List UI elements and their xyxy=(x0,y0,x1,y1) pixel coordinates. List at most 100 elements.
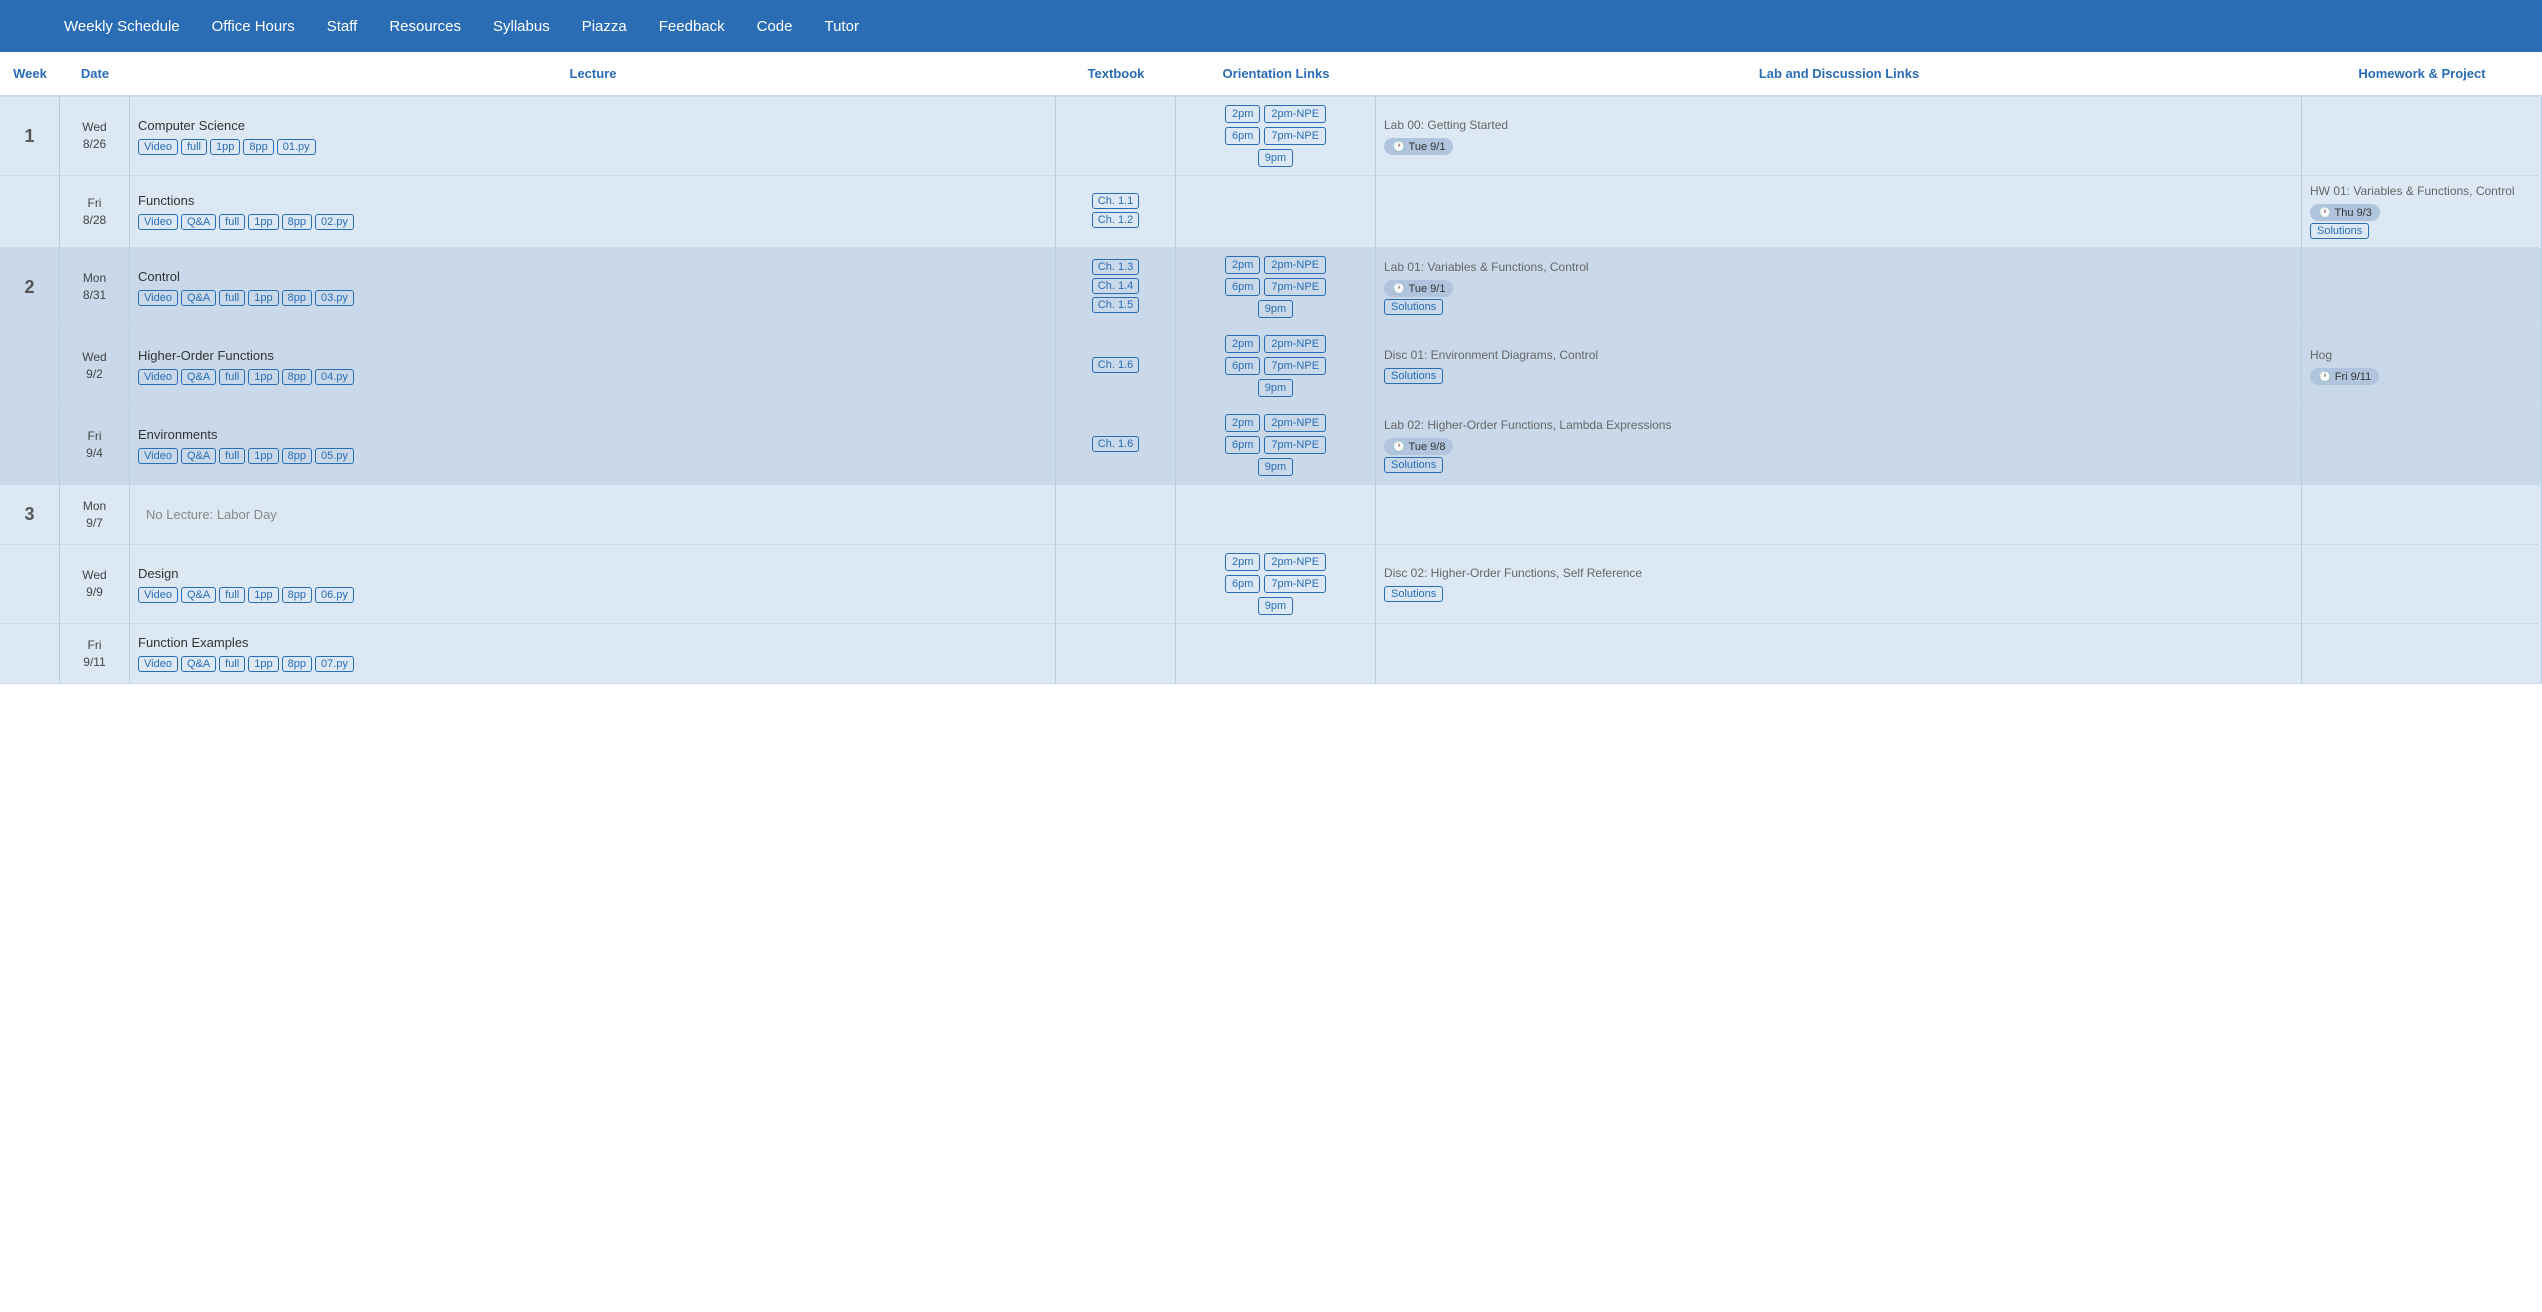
schedule-body: 1Wed 8/26Computer ScienceVideofull1pp8pp… xyxy=(0,97,2542,684)
hw-solutions-tag[interactable]: Solutions xyxy=(2310,223,2369,239)
lecture-tag[interactable]: 8pp xyxy=(282,587,312,603)
time-tag[interactable]: 2pm xyxy=(1225,335,1260,353)
lecture-tag[interactable]: Q&A xyxy=(181,587,216,603)
lecture-tag[interactable]: 1pp xyxy=(248,587,278,603)
textbook-tag[interactable]: Ch. 1.6 xyxy=(1092,436,1139,452)
time-tag[interactable]: 9pm xyxy=(1258,300,1293,318)
lecture-tag[interactable]: 8pp xyxy=(282,448,312,464)
lecture-tag[interactable]: full xyxy=(219,214,245,230)
cell-week xyxy=(0,176,60,247)
lecture-tag[interactable]: 06.py xyxy=(315,587,354,603)
textbook-tag[interactable]: Ch. 1.2 xyxy=(1092,212,1139,228)
nav-link-piazza[interactable]: Piazza xyxy=(582,18,627,35)
lecture-tag[interactable]: Q&A xyxy=(181,369,216,385)
due-badge: 🕐 Tue 9/1 xyxy=(1384,280,1453,297)
lecture-tag[interactable]: 07.py xyxy=(315,656,354,672)
time-tag[interactable]: 7pm-NPE xyxy=(1264,357,1326,375)
time-tag[interactable]: 2pm-NPE xyxy=(1264,335,1326,353)
time-tag[interactable]: 6pm xyxy=(1225,278,1260,296)
lecture-tag[interactable]: full xyxy=(219,587,245,603)
time-tag[interactable]: 2pm xyxy=(1225,105,1260,123)
textbook-tag[interactable]: Ch. 1.1 xyxy=(1092,193,1139,209)
time-tag[interactable]: 6pm xyxy=(1225,575,1260,593)
lecture-tag[interactable]: 8pp xyxy=(282,290,312,306)
lecture-tag[interactable]: 1pp xyxy=(248,214,278,230)
lecture-tag[interactable]: Q&A xyxy=(181,656,216,672)
header-col-textbook: Textbook xyxy=(1056,62,1176,85)
lecture-tag[interactable]: 8pp xyxy=(243,139,273,155)
lecture-tag[interactable]: 1pp xyxy=(248,290,278,306)
lab-title: Lab 00: Getting Started xyxy=(1384,118,1508,132)
lecture-tag[interactable]: 03.py xyxy=(315,290,354,306)
cell-orientation-links: 2pm2pm-NPE6pm7pm-NPE 9pm xyxy=(1176,97,1376,175)
lecture-tag[interactable]: Q&A xyxy=(181,448,216,464)
lecture-tag[interactable]: Video xyxy=(138,290,178,306)
lecture-tag[interactable]: 1pp xyxy=(210,139,240,155)
lecture-tag[interactable]: 04.py xyxy=(315,369,354,385)
nav-link-feedback[interactable]: Feedback xyxy=(659,18,725,35)
nav-link-weekly-schedule[interactable]: Weekly Schedule xyxy=(64,18,180,35)
lecture-tag[interactable]: Video xyxy=(138,369,178,385)
lecture-tag[interactable]: full xyxy=(219,369,245,385)
lab-title: Disc 02: Higher-Order Functions, Self Re… xyxy=(1384,566,1642,580)
orient-row: 6pm7pm-NPE xyxy=(1225,575,1326,593)
lecture-tag[interactable]: 8pp xyxy=(282,656,312,672)
solutions-tag[interactable]: Solutions xyxy=(1384,299,1443,315)
lecture-tag[interactable]: full xyxy=(219,448,245,464)
lecture-tag[interactable]: 1pp xyxy=(248,448,278,464)
time-tag[interactable]: 6pm xyxy=(1225,357,1260,375)
lecture-tag[interactable]: Video xyxy=(138,587,178,603)
time-tag[interactable]: 9pm xyxy=(1258,379,1293,397)
time-tag[interactable]: 2pm xyxy=(1225,414,1260,432)
lecture-tag[interactable]: Video xyxy=(138,448,178,464)
time-tag[interactable]: 6pm xyxy=(1225,436,1260,454)
lecture-tag[interactable]: Q&A xyxy=(181,290,216,306)
time-tag[interactable]: 9pm xyxy=(1258,458,1293,476)
time-tag[interactable]: 2pm-NPE xyxy=(1264,256,1326,274)
time-tag[interactable]: 2pm xyxy=(1225,553,1260,571)
nav-link-syllabus[interactable]: Syllabus xyxy=(493,18,550,35)
time-tag[interactable]: 7pm-NPE xyxy=(1264,575,1326,593)
nav-link-resources[interactable]: Resources xyxy=(389,18,461,35)
lecture-tag[interactable]: full xyxy=(219,290,245,306)
time-tag[interactable]: 9pm xyxy=(1258,149,1293,167)
lecture-tag[interactable]: Q&A xyxy=(181,214,216,230)
time-tag[interactable]: 2pm-NPE xyxy=(1264,553,1326,571)
time-tag[interactable]: 7pm-NPE xyxy=(1264,127,1326,145)
time-tag[interactable]: 6pm xyxy=(1225,127,1260,145)
lecture-tag[interactable]: Video xyxy=(138,214,178,230)
textbook-tag[interactable]: Ch. 1.3 xyxy=(1092,259,1139,275)
lecture-tag[interactable]: Video xyxy=(138,656,178,672)
time-tag[interactable]: 2pm-NPE xyxy=(1264,105,1326,123)
lecture-tag[interactable]: 8pp xyxy=(282,369,312,385)
orient-row: 9pm xyxy=(1258,458,1293,476)
solutions-tag[interactable]: Solutions xyxy=(1384,457,1443,473)
time-tag[interactable]: 2pm xyxy=(1225,256,1260,274)
lecture-tag[interactable]: full xyxy=(181,139,207,155)
lecture-tag[interactable]: Video xyxy=(138,139,178,155)
textbook-tag[interactable]: Ch. 1.5 xyxy=(1092,297,1139,313)
nav-link-office-hours[interactable]: Office Hours xyxy=(212,18,295,35)
textbook-tag[interactable]: Ch. 1.6 xyxy=(1092,357,1139,373)
textbook-tag[interactable]: Ch. 1.4 xyxy=(1092,278,1139,294)
cell-textbook xyxy=(1056,97,1176,175)
nav-link-staff[interactable]: Staff xyxy=(327,18,358,35)
nav-link-code[interactable]: Code xyxy=(757,18,793,35)
time-tag[interactable]: 7pm-NPE xyxy=(1264,436,1326,454)
cell-hw xyxy=(2302,485,2542,544)
lecture-tag[interactable]: 1pp xyxy=(248,369,278,385)
lecture-tag[interactable]: 1pp xyxy=(248,656,278,672)
lecture-tag[interactable]: 01.py xyxy=(277,139,316,155)
time-tag[interactable]: 7pm-NPE xyxy=(1264,278,1326,296)
table-row: 3Mon 9/7No Lecture: Labor Day xyxy=(0,485,2542,545)
lecture-tag[interactable]: full xyxy=(219,656,245,672)
table-row: Fri 9/11Function ExamplesVideoQ&Afull1pp… xyxy=(0,624,2542,684)
time-tag[interactable]: 9pm xyxy=(1258,597,1293,615)
nav-link-tutor[interactable]: Tutor xyxy=(824,18,858,35)
lecture-tag[interactable]: 05.py xyxy=(315,448,354,464)
time-tag[interactable]: 2pm-NPE xyxy=(1264,414,1326,432)
solutions-tag[interactable]: Solutions xyxy=(1384,586,1443,602)
solutions-tag[interactable]: Solutions xyxy=(1384,368,1443,384)
lecture-tag[interactable]: 02.py xyxy=(315,214,354,230)
lecture-tag[interactable]: 8pp xyxy=(282,214,312,230)
